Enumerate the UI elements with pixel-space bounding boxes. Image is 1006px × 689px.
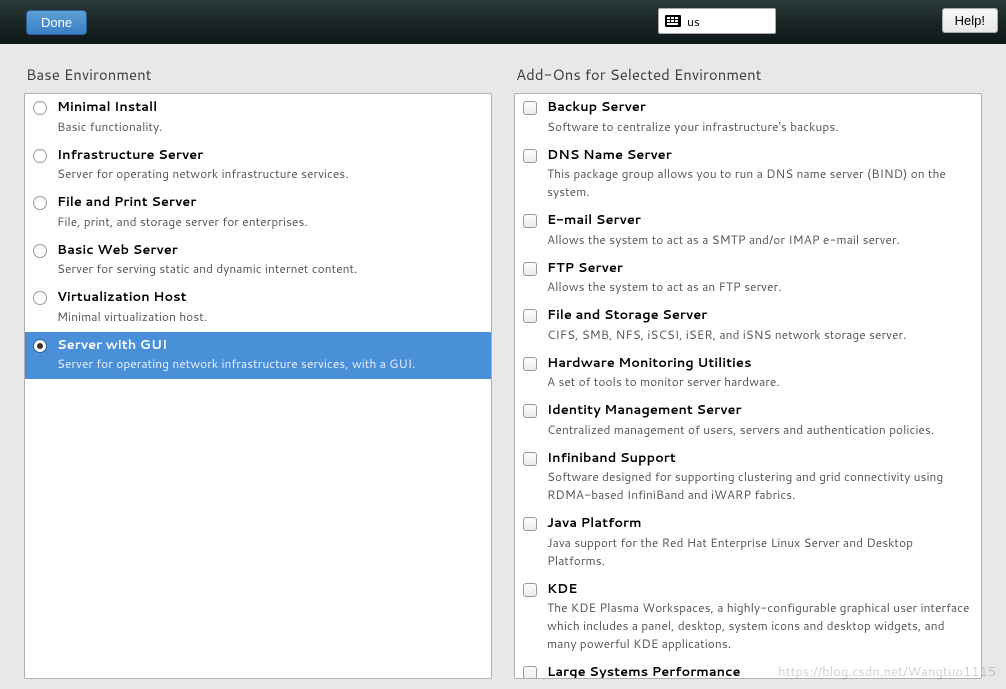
keyboard-layout-indicator[interactable]: us: [658, 8, 776, 34]
radio-icon[interactable]: [33, 291, 47, 305]
item-desc: Server for operating network infrastruct…: [57, 165, 483, 183]
top-bar: Done us Help!: [0, 0, 1006, 44]
addons-column: Add-Ons for Selected Environment Backup …: [514, 64, 982, 679]
item-title: Minimal Install: [57, 98, 483, 118]
addon-item[interactable]: Infiniband SupportSoftware designed for …: [515, 445, 981, 511]
item-title: E-mail Server: [547, 211, 973, 231]
item-body: E-mail ServerAllows the system to act as…: [547, 211, 973, 249]
addon-item[interactable]: File and Storage ServerCIFS, SMB, NFS, i…: [515, 302, 981, 350]
item-body: File and Print ServerFile, print, and st…: [57, 193, 483, 231]
radio-icon[interactable]: [33, 149, 47, 163]
addon-item[interactable]: FTP ServerAllows the system to act as an…: [515, 255, 981, 303]
item-body: Backup ServerSoftware to centralize your…: [547, 98, 973, 136]
item-desc: Basic functionality.: [57, 118, 483, 136]
checkbox-icon[interactable]: [523, 666, 537, 679]
item-title: File and Print Server: [57, 193, 483, 213]
addon-item[interactable]: E-mail ServerAllows the system to act as…: [515, 207, 981, 255]
item-body: Infrastructure ServerServer for operatin…: [57, 146, 483, 184]
item-desc: CIFS, SMB, NFS, iSCSI, iSER, and iSNS ne…: [547, 326, 973, 344]
item-body: Server with GUIServer for operating netw…: [57, 336, 483, 374]
item-desc: Allows the system to act as an FTP serve…: [547, 278, 973, 296]
content-area: Base Environment Minimal InstallBasic fu…: [0, 44, 1006, 689]
checkbox-icon[interactable]: [523, 404, 537, 418]
item-body: Minimal InstallBasic functionality.: [57, 98, 483, 136]
item-desc: The KDE Plasma Workspaces, a highly-conf…: [547, 599, 973, 653]
item-body: Large Systems PerformancePerformance sup…: [547, 663, 973, 679]
item-desc: Software designed for supporting cluster…: [547, 468, 973, 504]
addon-item[interactable]: Large Systems PerformancePerformance sup…: [515, 659, 981, 679]
item-title: Virtualization Host: [57, 288, 483, 308]
item-title: Backup Server: [547, 98, 973, 118]
item-desc: Server for serving static and dynamic in…: [57, 260, 483, 278]
item-title: DNS Name Server: [547, 146, 973, 166]
item-desc: Software to centralize your infrastructu…: [547, 118, 973, 136]
radio-icon[interactable]: [33, 244, 47, 258]
checkbox-icon[interactable]: [523, 583, 537, 597]
item-desc: Java support for the Red Hat Enterprise …: [547, 534, 973, 570]
checkbox-icon[interactable]: [523, 357, 537, 371]
item-desc: File, print, and storage server for ente…: [57, 213, 483, 231]
checkbox-icon[interactable]: [523, 309, 537, 323]
item-title: FTP Server: [547, 259, 973, 279]
item-body: File and Storage ServerCIFS, SMB, NFS, i…: [547, 306, 973, 344]
item-body: Java PlatformJava support for the Red Ha…: [547, 514, 973, 570]
item-title: File and Storage Server: [547, 306, 973, 326]
keyboard-layout-label: us: [687, 13, 700, 30]
base-env-item[interactable]: Infrastructure ServerServer for operatin…: [25, 142, 491, 190]
checkbox-icon[interactable]: [523, 149, 537, 163]
item-desc: A set of tools to monitor server hardwar…: [547, 373, 973, 391]
item-body: Identity Management ServerCentralized ma…: [547, 401, 973, 439]
addon-item[interactable]: Backup ServerSoftware to centralize your…: [515, 94, 981, 142]
checkbox-icon[interactable]: [523, 101, 537, 115]
item-body: KDEThe KDE Plasma Workspaces, a highly-c…: [547, 580, 973, 654]
addon-item[interactable]: DNS Name ServerThis package group allows…: [515, 142, 981, 208]
item-body: Basic Web ServerServer for serving stati…: [57, 241, 483, 279]
keyboard-icon: [665, 15, 681, 27]
base-env-item[interactable]: Server with GUIServer for operating netw…: [25, 332, 491, 380]
item-body: Hardware Monitoring UtilitiesA set of to…: [547, 354, 973, 392]
item-body: FTP ServerAllows the system to act as an…: [547, 259, 973, 297]
item-desc: Server for operating network infrastruct…: [57, 355, 483, 373]
item-title: KDE: [547, 580, 973, 600]
item-title: Server with GUI: [57, 336, 483, 356]
addon-item[interactable]: Java PlatformJava support for the Red Ha…: [515, 510, 981, 576]
item-title: Hardware Monitoring Utilities: [547, 354, 973, 374]
radio-icon[interactable]: [33, 101, 47, 115]
item-title: Large Systems Performance: [547, 663, 973, 679]
item-body: Infiniband SupportSoftware designed for …: [547, 449, 973, 505]
checkbox-icon[interactable]: [523, 452, 537, 466]
item-title: Infiniband Support: [547, 449, 973, 469]
base-env-item[interactable]: File and Print ServerFile, print, and st…: [25, 189, 491, 237]
item-title: Infrastructure Server: [57, 146, 483, 166]
addons-list[interactable]: Backup ServerSoftware to centralize your…: [514, 93, 982, 679]
help-button[interactable]: Help!: [942, 8, 998, 33]
base-env-item[interactable]: Virtualization HostMinimal virtualizatio…: [25, 284, 491, 332]
radio-icon[interactable]: [33, 196, 47, 210]
item-body: DNS Name ServerThis package group allows…: [547, 146, 973, 202]
radio-icon[interactable]: [33, 339, 47, 353]
done-button[interactable]: Done: [26, 10, 87, 35]
item-desc: This package group allows you to run a D…: [547, 165, 973, 201]
item-desc: Minimal virtualization host.: [57, 308, 483, 326]
checkbox-icon[interactable]: [523, 214, 537, 228]
addon-item[interactable]: Hardware Monitoring UtilitiesA set of to…: [515, 350, 981, 398]
addon-item[interactable]: Identity Management ServerCentralized ma…: [515, 397, 981, 445]
base-environment-column: Base Environment Minimal InstallBasic fu…: [24, 64, 492, 679]
item-title: Identity Management Server: [547, 401, 973, 421]
base-env-item[interactable]: Basic Web ServerServer for serving stati…: [25, 237, 491, 285]
checkbox-icon[interactable]: [523, 517, 537, 531]
item-body: Virtualization HostMinimal virtualizatio…: [57, 288, 483, 326]
item-desc: Allows the system to act as a SMTP and/o…: [547, 231, 973, 249]
addon-item[interactable]: KDEThe KDE Plasma Workspaces, a highly-c…: [515, 576, 981, 660]
base-environment-list[interactable]: Minimal InstallBasic functionality. Infra…: [24, 93, 492, 679]
item-title: Basic Web Server: [57, 241, 483, 261]
base-env-item[interactable]: Minimal InstallBasic functionality.: [25, 94, 491, 142]
checkbox-icon[interactable]: [523, 262, 537, 276]
item-title: Java Platform: [547, 514, 973, 534]
base-environment-title: Base Environment: [24, 64, 492, 85]
item-desc: Centralized management of users, servers…: [547, 421, 973, 439]
addons-title: Add-Ons for Selected Environment: [514, 64, 982, 85]
